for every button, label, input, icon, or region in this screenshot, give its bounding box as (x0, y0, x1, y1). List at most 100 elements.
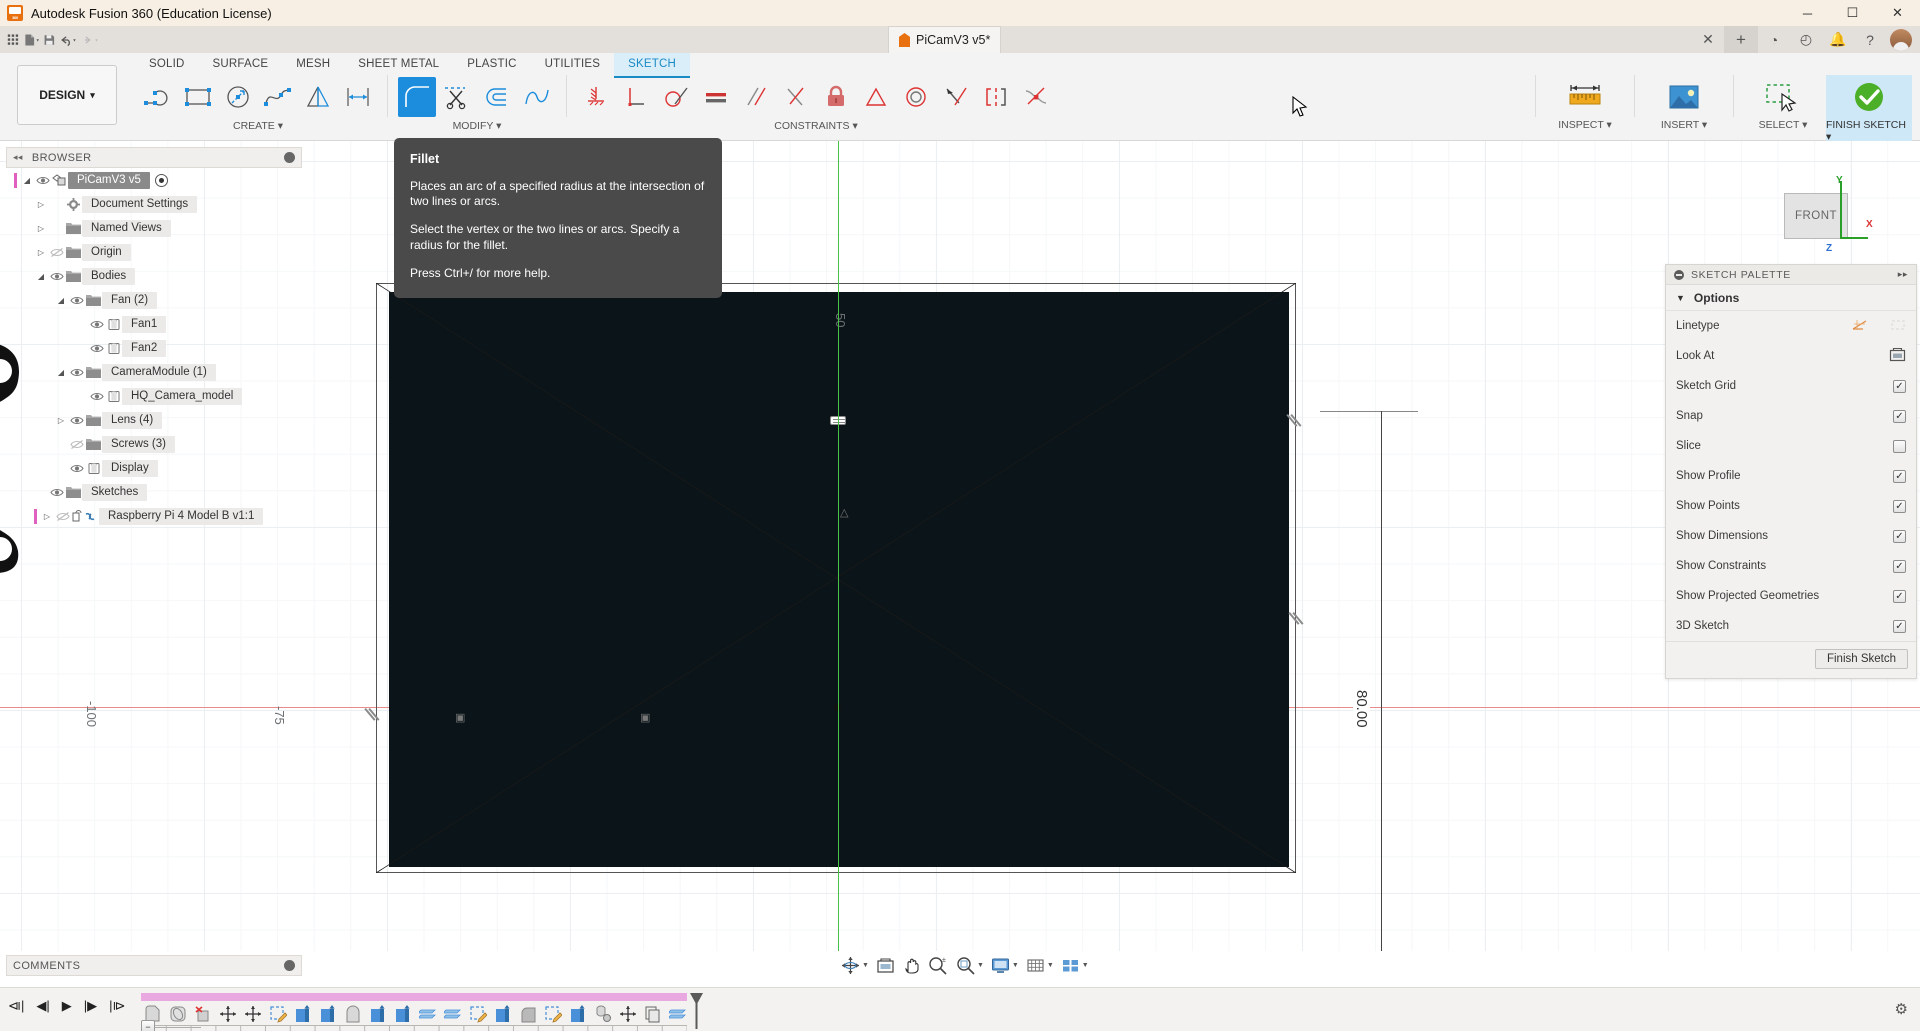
timeline-feature-10-extrude[interactable] (366, 1003, 390, 1025)
visibility-toggle-icon[interactable] (88, 391, 105, 402)
timeline-zoom-slider[interactable]: − (141, 1020, 201, 1031)
browser-item-document-settings[interactable]: ▷ Document Settings (6, 192, 302, 216)
chevron-down-icon[interactable]: ▼ (1082, 962, 1089, 969)
fillet-tool[interactable] (398, 77, 436, 117)
notifications-icon[interactable]: 🔔 (1822, 26, 1854, 53)
timeline-track[interactable]: − (141, 993, 701, 1031)
expand-arrow-icon[interactable]: ◢ (54, 296, 68, 305)
palette-row-sketch-grid[interactable]: Sketch Grid ✓ (1666, 371, 1916, 401)
collapse-arrow-icon[interactable]: ▷ (34, 248, 48, 257)
spline-tool[interactable] (259, 77, 297, 117)
timeline-feature-22-thread[interactable] (666, 1003, 690, 1025)
palette-row-show-dimensions[interactable]: Show Dimensions ✓ (1666, 521, 1916, 551)
constraint-glyph-c[interactable]: ▣ (640, 711, 650, 724)
concentric-constraint[interactable] (897, 77, 935, 117)
comments-panel[interactable]: COMMENTS (6, 955, 302, 976)
checkbox-sketch-grid[interactable]: ✓ (1893, 379, 1906, 393)
timeline-zoom-knob[interactable]: − (141, 1020, 155, 1031)
inspect-button[interactable]: INSPECT ▾ (1542, 75, 1628, 131)
close-document-button[interactable]: ✕ (1692, 26, 1724, 53)
checkbox-show-dimensions[interactable]: ✓ (1893, 529, 1906, 543)
expand-arrow-icon[interactable]: ◢ (54, 368, 68, 377)
new-tab-button[interactable]: + (1724, 26, 1758, 53)
line-tool[interactable] (139, 77, 177, 117)
equal-constraint[interactable] (697, 77, 735, 117)
browser-options-icon[interactable] (284, 152, 295, 163)
maximize-button[interactable]: ☐ (1830, 0, 1875, 26)
timeline-feature-16-fillet[interactable] (516, 1003, 540, 1025)
visibility-toggle-icon[interactable] (68, 295, 85, 306)
collapse-arrow-icon[interactable]: ▷ (54, 416, 68, 425)
browser-item-hq-camera-model[interactable]: HQ_Camera_model (6, 384, 302, 408)
checkbox-3d-sketch[interactable]: ✓ (1893, 619, 1906, 633)
linetype-normal-icon[interactable] (1852, 318, 1868, 335)
curvature-tool[interactable] (518, 77, 556, 117)
timeline-group-bar[interactable] (141, 993, 687, 1001)
parallel-constraint[interactable] (737, 77, 775, 117)
checkbox-show-projected-geometries[interactable]: ✓ (1893, 589, 1906, 603)
chevron-down-icon[interactable]: ▼ (1047, 962, 1054, 969)
timeline-settings-icon[interactable]: ⚙ (1895, 1000, 1908, 1018)
recent-icon[interactable]: ◴ (1790, 26, 1822, 53)
visibility-toggle-icon[interactable] (68, 367, 85, 378)
job-status-icon[interactable]: ◔ (1758, 26, 1790, 53)
checkbox-show-points[interactable]: ✓ (1893, 499, 1906, 513)
play-button[interactable]: ▶ (62, 998, 72, 1014)
browser-item-display[interactable]: Display (6, 456, 302, 480)
expand-arrow-icon[interactable]: ◢ (34, 272, 48, 281)
pan-icon[interactable] (899, 952, 924, 978)
insert-button[interactable]: INSERT ▾ (1641, 75, 1727, 131)
checkbox-show-constraints[interactable]: ✓ (1893, 559, 1906, 573)
new-file-icon[interactable] (23, 32, 40, 48)
minimize-button[interactable]: ─ (1785, 0, 1830, 26)
timeline-feature-19-hole[interactable] (591, 1003, 615, 1025)
orbit-icon[interactable]: ▼ (838, 952, 872, 978)
look-at-icon[interactable] (1889, 347, 1906, 365)
collapse-arrow-icon[interactable]: ▷ (34, 200, 48, 209)
collapse-arrow-icon[interactable]: ▷ (34, 224, 48, 233)
chevron-down-icon[interactable]: ▾ (496, 120, 501, 132)
timeline-feature-11-extrude[interactable] (391, 1003, 415, 1025)
undo-icon[interactable] (59, 32, 78, 48)
step-back-button[interactable]: ◀| (36, 998, 49, 1014)
browser-item-sketches[interactable]: Sketches (6, 480, 302, 504)
chevron-down-icon[interactable]: ▼ (977, 962, 984, 969)
perpendicular-constraint[interactable] (617, 77, 655, 117)
step-forward-button[interactable]: |▶ (84, 998, 97, 1014)
fit-icon[interactable]: ▼ (953, 952, 987, 978)
constraint-glyph-a[interactable]: △ (840, 506, 848, 519)
timeline-feature-21-pattern[interactable] (641, 1003, 665, 1025)
visibility-toggle-icon[interactable] (68, 463, 85, 474)
design-workspace-selector[interactable]: DESIGN ▾ (17, 65, 117, 125)
browser-item-named-views[interactable]: ▷ Named Views (6, 216, 302, 240)
visibility-toggle-icon-hidden[interactable] (54, 511, 71, 522)
avatar[interactable] (1890, 28, 1912, 51)
options-section-header[interactable]: ▼ Options (1666, 285, 1916, 311)
chevron-down-icon[interactable]: ▼ (1012, 962, 1019, 969)
fix-unfix-constraint[interactable] (577, 77, 615, 117)
palette-row-show-points[interactable]: Show Points ✓ (1666, 491, 1916, 521)
comments-options-icon[interactable] (284, 960, 295, 971)
finish-sketch-button[interactable]: FINISH SKETCH ▾ (1826, 75, 1912, 143)
timeline-feature-14-sketch-edit[interactable] (466, 1003, 490, 1025)
vertical-dimension-line[interactable] (1381, 411, 1382, 951)
palette-row-look-at[interactable]: Look At (1666, 341, 1916, 371)
timeline-feature-15-extrude[interactable] (491, 1003, 515, 1025)
visibility-toggle-icon-hidden[interactable] (68, 439, 85, 450)
chevron-down-icon[interactable]: ▾ (278, 120, 283, 132)
select-button[interactable]: SELECT ▾ (1740, 75, 1826, 131)
visibility-toggle-icon[interactable] (34, 175, 51, 186)
go-to-end-button[interactable]: |⧐ (109, 998, 125, 1014)
visibility-toggle-icon[interactable] (88, 319, 105, 330)
browser-item-raspberry-pi-4-model-b-v1-1[interactable]: ▷ Raspberry Pi 4 Model B v1:1 (6, 504, 302, 528)
activate-component-radio[interactable] (154, 173, 168, 187)
checkbox-snap[interactable]: ✓ (1893, 409, 1906, 423)
visibility-toggle-icon[interactable] (48, 487, 65, 498)
viewports-icon[interactable]: ▼ (1058, 952, 1092, 978)
timeline-feature-4-move[interactable] (216, 1003, 240, 1025)
browser-item-screws-3[interactable]: Screws (3) (6, 432, 302, 456)
timeline-feature-7-extrude[interactable] (291, 1003, 315, 1025)
help-icon[interactable]: ? (1854, 26, 1886, 53)
chevron-down-icon[interactable]: ▼ (862, 962, 869, 969)
save-icon[interactable] (43, 32, 56, 48)
